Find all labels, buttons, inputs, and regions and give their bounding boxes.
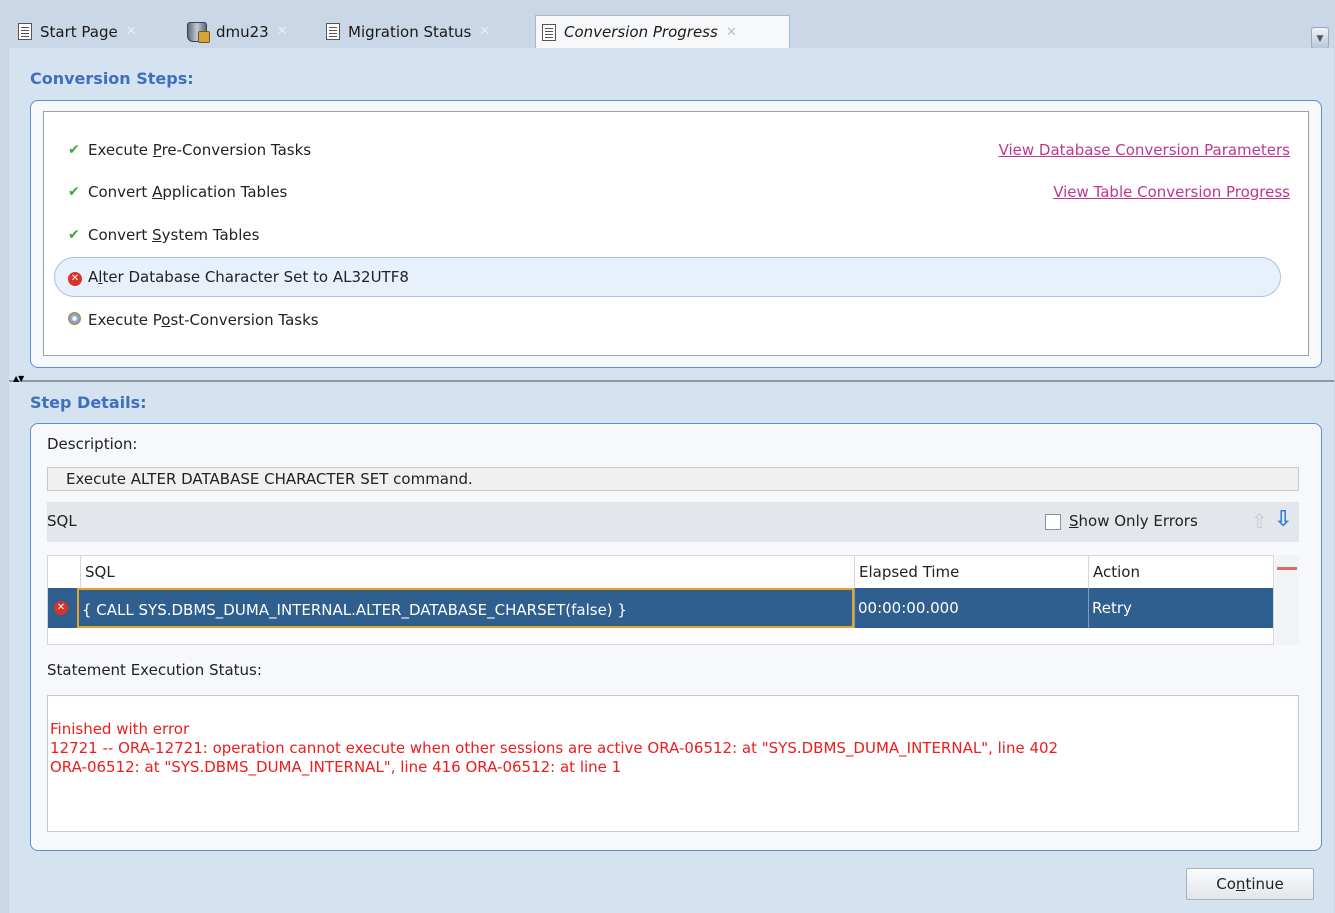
checkmark-icon: ✔	[68, 184, 80, 200]
step-details-title: Step Details:	[30, 393, 147, 412]
editor-tab-bar: Start Page ✕ dmu23 ✕ Migration Status ✕ …	[0, 0, 1335, 49]
close-icon[interactable]: ✕	[479, 24, 490, 39]
conversion-steps-panel: ✔ Execute Pre-Conversion Tasks ✔ Convert…	[30, 100, 1322, 368]
document-icon	[326, 23, 340, 40]
checkmark-icon: ✔	[68, 142, 80, 158]
sql-section-label: SQL	[47, 512, 77, 530]
view-table-conversion-progress-link[interactable]: View Table Conversion Progress	[1053, 183, 1290, 201]
conversion-progress-page: Conversion Steps: ✔ Execute Pre-Conversi…	[9, 48, 1334, 913]
statement-execution-status-label: Statement Execution Status:	[47, 661, 262, 679]
tab-label: Start Page	[40, 22, 118, 41]
status-line: ORA-06512: at "SYS.DBMS_DUMA_INTERNAL", …	[50, 758, 622, 776]
tab-label: dmu23	[216, 22, 269, 41]
continue-button[interactable]: Continue	[1186, 868, 1314, 900]
table-scrollbar[interactable]	[1275, 555, 1299, 645]
database-icon	[186, 21, 210, 43]
error-icon: ✕	[54, 601, 68, 615]
document-icon	[542, 23, 556, 41]
column-header-action[interactable]: Action	[1088, 556, 1273, 588]
description-label: Description:	[47, 435, 138, 453]
checkmark-icon: ✔	[68, 227, 80, 243]
step-convert-system-tables[interactable]: ✔ Convert System Tables	[68, 223, 259, 247]
step-label: Execute Pre-Conversion Tasks	[88, 141, 312, 159]
close-icon[interactable]: ✕	[277, 24, 288, 39]
action-cell[interactable]: Retry	[1088, 588, 1273, 628]
error-marker	[1277, 567, 1297, 570]
step-post-conversion[interactable]: Execute Post-Conversion Tasks	[68, 308, 319, 332]
previous-arrow-up-icon[interactable]: ⇧	[1251, 509, 1268, 533]
tab-conversion-progress[interactable]: Conversion Progress ✕	[535, 15, 790, 48]
document-icon	[18, 23, 32, 40]
elapsed-time-cell: 00:00:00.000	[854, 588, 1088, 628]
sql-cell[interactable]: { CALL SYS.DBMS_DUMA_INTERNAL.ALTER_DATA…	[77, 588, 854, 628]
close-icon[interactable]: ✕	[726, 25, 737, 40]
description-field: Execute ALTER DATABASE CHARACTER SET com…	[47, 467, 1299, 491]
pending-clock-icon	[68, 311, 81, 325]
step-label: Convert Application Tables	[88, 183, 288, 201]
close-icon[interactable]: ✕	[126, 24, 137, 39]
step-details-panel: Description: Execute ALTER DATABASE CHAR…	[30, 423, 1322, 851]
step-label: Alter Database Character Set to AL32UTF8	[88, 268, 409, 286]
panel-splitter[interactable]	[9, 380, 1334, 382]
step-alter-character-set[interactable]: ✕ Alter Database Character Set to AL32UT…	[54, 257, 1281, 297]
show-only-errors-checkbox[interactable]	[1045, 514, 1061, 530]
tab-start-page[interactable]: Start Page ✕	[12, 15, 177, 48]
status-line: 12721 -- ORA-12721: operation cannot exe…	[50, 739, 1059, 757]
conversion-steps-title: Conversion Steps:	[30, 69, 194, 88]
statement-execution-status-text: Finished with error 12721 -- ORA-12721: …	[47, 695, 1299, 832]
view-database-conversion-parameters-link[interactable]: View Database Conversion Parameters	[999, 141, 1290, 159]
conversion-steps-list: ✔ Execute Pre-Conversion Tasks ✔ Convert…	[43, 111, 1309, 356]
tab-list-menu-button[interactable]: ▼	[1311, 27, 1329, 49]
status-column-header	[48, 556, 80, 588]
status-line: Finished with error	[50, 720, 190, 738]
step-label: Execute Post-Conversion Tasks	[88, 311, 319, 329]
step-label: Convert System Tables	[88, 226, 260, 244]
step-pre-conversion[interactable]: ✔ Execute Pre-Conversion Tasks	[68, 138, 311, 162]
show-only-errors-label[interactable]: Show Only Errors	[1069, 512, 1198, 530]
error-icon: ✕	[68, 271, 82, 286]
splitter-collapse-arrows-icon[interactable]: ▲▼	[13, 374, 24, 383]
sql-table: SQL Elapsed Time Action ✕ { CALL SYS.DBM…	[47, 555, 1274, 645]
sql-toolbar: SQL Show Only Errors ⇧ ⇩	[47, 502, 1299, 542]
tab-label: Conversion Progress	[564, 23, 718, 41]
tab-label: Migration Status	[348, 22, 472, 41]
column-header-elapsed-time[interactable]: Elapsed Time	[854, 556, 1088, 588]
table-row[interactable]: ✕ { CALL SYS.DBMS_DUMA_INTERNAL.ALTER_DA…	[48, 588, 1273, 628]
step-convert-application-tables[interactable]: ✔ Convert Application Tables	[68, 180, 287, 204]
next-arrow-down-icon[interactable]: ⇩	[1274, 507, 1292, 532]
tab-dmu23[interactable]: dmu23 ✕	[180, 15, 316, 48]
column-header-sql[interactable]: SQL	[80, 556, 854, 588]
tab-migration-status[interactable]: Migration Status ✕	[320, 15, 532, 48]
